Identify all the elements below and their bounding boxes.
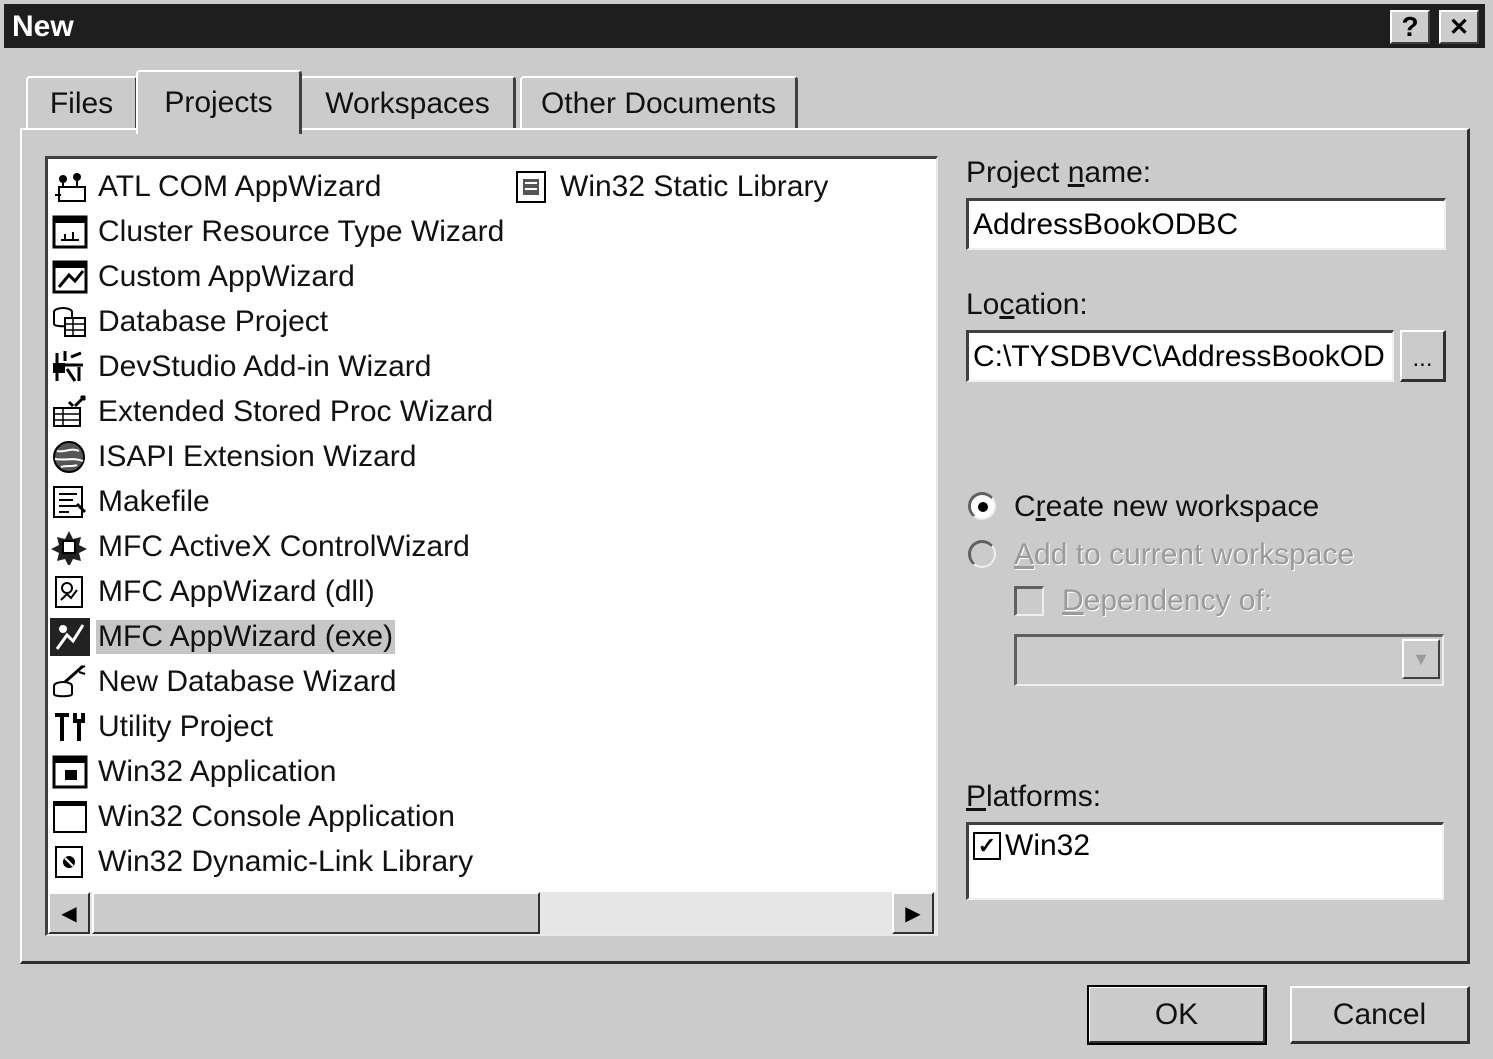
tab-projects-label: Projects bbox=[164, 86, 273, 119]
mfc-dll-icon bbox=[50, 573, 90, 611]
list-item-label: Extended Stored Proc Wizard bbox=[98, 395, 494, 428]
browse-button[interactable]: ... bbox=[1400, 330, 1446, 382]
add-to-current-workspace-label: Add to current workspace bbox=[1014, 538, 1355, 571]
close-button[interactable]: ✕ bbox=[1439, 10, 1479, 44]
activex-control-icon bbox=[50, 528, 90, 566]
ok-button[interactable]: OK bbox=[1087, 985, 1267, 1045]
arrow-right-icon: ▶ bbox=[905, 902, 921, 925]
platforms-label: Platforms: bbox=[966, 780, 1102, 813]
list-item-label: MFC AppWizard (exe) bbox=[96, 620, 396, 654]
win32-static-library-icon bbox=[512, 168, 552, 206]
tab-other-documents[interactable]: Other Documents bbox=[520, 76, 798, 130]
list-item-label: MFC AppWizard (dll) bbox=[98, 575, 375, 608]
project-name-label: Project name: bbox=[966, 156, 1152, 189]
list-item-label: Win32 Dynamic-Link Library bbox=[98, 845, 474, 878]
create-new-workspace-label: Create new workspace bbox=[1014, 490, 1320, 523]
list-item[interactable]: Makefile bbox=[50, 481, 212, 523]
platform-checkbox[interactable]: ✓ bbox=[973, 832, 1001, 860]
tab-other-documents-label: Other Documents bbox=[540, 87, 777, 120]
atl-com-icon bbox=[50, 168, 90, 206]
cluster-resource-icon bbox=[50, 213, 90, 251]
list-item-label: Makefile bbox=[98, 485, 210, 518]
list-item[interactable]: Win32 Console Application bbox=[50, 796, 457, 838]
makefile-icon bbox=[50, 483, 90, 521]
win32-console-icon bbox=[50, 798, 90, 836]
list-item-label: DevStudio Add-in Wizard bbox=[98, 350, 432, 383]
arrow-left-icon: ◀ bbox=[61, 902, 77, 925]
custom-appwizard-icon bbox=[50, 258, 90, 296]
scroll-thumb[interactable] bbox=[92, 892, 540, 934]
list-item-label: Utility Project bbox=[98, 710, 274, 743]
win32-dll-icon bbox=[50, 843, 90, 881]
list-item-label: New Database Wizard bbox=[98, 665, 397, 698]
scroll-right-button[interactable]: ▶ bbox=[892, 892, 934, 934]
list-item[interactable]: New Database Wizard bbox=[50, 661, 398, 703]
devstudio-addin-icon bbox=[50, 348, 90, 386]
mfc-exe-icon bbox=[50, 618, 90, 656]
list-item-label: Database Project bbox=[98, 305, 329, 338]
dependency-checkbox[interactable] bbox=[1014, 586, 1044, 616]
platform-item[interactable]: ✓ Win32 bbox=[973, 829, 1090, 863]
tab-files[interactable]: Files bbox=[26, 76, 138, 130]
add-to-current-workspace-radio[interactable] bbox=[968, 540, 996, 568]
database-project-icon bbox=[50, 303, 90, 341]
new-database-wand-icon bbox=[50, 663, 90, 701]
list-item[interactable]: MFC ActiveX ControlWizard bbox=[50, 526, 472, 568]
scroll-left-button[interactable]: ◀ bbox=[48, 892, 90, 934]
project-type-list[interactable]: ATL COM AppWizard Cluster Resource Type … bbox=[45, 156, 938, 936]
dialog-title: New bbox=[12, 10, 74, 43]
dependency-select[interactable]: ▼ bbox=[1014, 634, 1444, 686]
title-bar: New ? ✕ bbox=[4, 4, 1485, 48]
list-item-label: Win32 Console Application bbox=[98, 800, 455, 833]
list-item-label: ISAPI Extension Wizard bbox=[98, 440, 417, 473]
list-item[interactable]: MFC AppWizard (dll) bbox=[50, 571, 377, 613]
list-item[interactable]: Win32 Static Library bbox=[512, 166, 830, 208]
new-dialog: New ? ✕ Files Projects Workspaces Other … bbox=[0, 0, 1493, 1059]
isapi-globe-icon bbox=[50, 438, 90, 476]
tab-files-label: Files bbox=[49, 87, 114, 120]
help-button[interactable]: ? bbox=[1390, 10, 1430, 44]
list-item-label: Custom AppWizard bbox=[98, 260, 355, 293]
location-input[interactable]: C:\TYSDBVC\AddressBookOD bbox=[966, 330, 1394, 382]
dependency-label: Dependency of: bbox=[1062, 584, 1273, 617]
tab-projects[interactable]: Projects bbox=[136, 70, 302, 134]
list-item[interactable]: Database Project bbox=[50, 301, 330, 343]
list-item[interactable]: Utility Project bbox=[50, 706, 275, 748]
list-item-label: Win32 Static Library bbox=[560, 170, 829, 203]
project-name-input[interactable]: AddressBookODBC bbox=[966, 198, 1446, 250]
tab-workspaces[interactable]: Workspaces bbox=[300, 76, 516, 130]
location-label: Location: bbox=[966, 288, 1088, 321]
list-item-label: Cluster Resource Type Wizard bbox=[98, 215, 505, 248]
close-icon: ✕ bbox=[1448, 13, 1470, 41]
list-item-label: MFC ActiveX ControlWizard bbox=[98, 530, 470, 563]
list-item[interactable]: ATL COM AppWizard bbox=[50, 166, 383, 208]
list-item[interactable]: DevStudio Add-in Wizard bbox=[50, 346, 434, 388]
list-item-selected[interactable]: MFC AppWizard (exe) bbox=[50, 616, 396, 658]
platforms-list[interactable]: ✓ Win32 bbox=[966, 822, 1444, 900]
chevron-down-icon[interactable]: ▼ bbox=[1402, 639, 1440, 679]
list-item[interactable]: ISAPI Extension Wizard bbox=[50, 436, 418, 478]
list-item[interactable]: Extended Stored Proc Wizard bbox=[50, 391, 495, 433]
create-new-workspace-radio[interactable] bbox=[968, 492, 996, 520]
horizontal-scrollbar[interactable]: ◀ ▶ bbox=[48, 892, 936, 934]
platform-label: Win32 bbox=[1005, 829, 1091, 862]
win32-application-icon bbox=[50, 753, 90, 791]
list-item[interactable]: Win32 Dynamic-Link Library bbox=[50, 841, 475, 883]
list-item[interactable]: Win32 Application bbox=[50, 751, 338, 793]
help-icon: ? bbox=[1401, 11, 1419, 42]
list-item[interactable]: Custom AppWizard bbox=[50, 256, 357, 298]
list-item-label: ATL COM AppWizard bbox=[98, 170, 382, 203]
utility-tools-icon bbox=[50, 708, 90, 746]
list-item-label: Win32 Application bbox=[98, 755, 337, 788]
stored-proc-icon bbox=[50, 393, 90, 431]
tab-workspaces-label: Workspaces bbox=[325, 87, 490, 120]
cancel-button[interactable]: Cancel bbox=[1290, 986, 1470, 1044]
radio-dot bbox=[978, 502, 988, 512]
list-item[interactable]: Cluster Resource Type Wizard bbox=[50, 211, 506, 253]
